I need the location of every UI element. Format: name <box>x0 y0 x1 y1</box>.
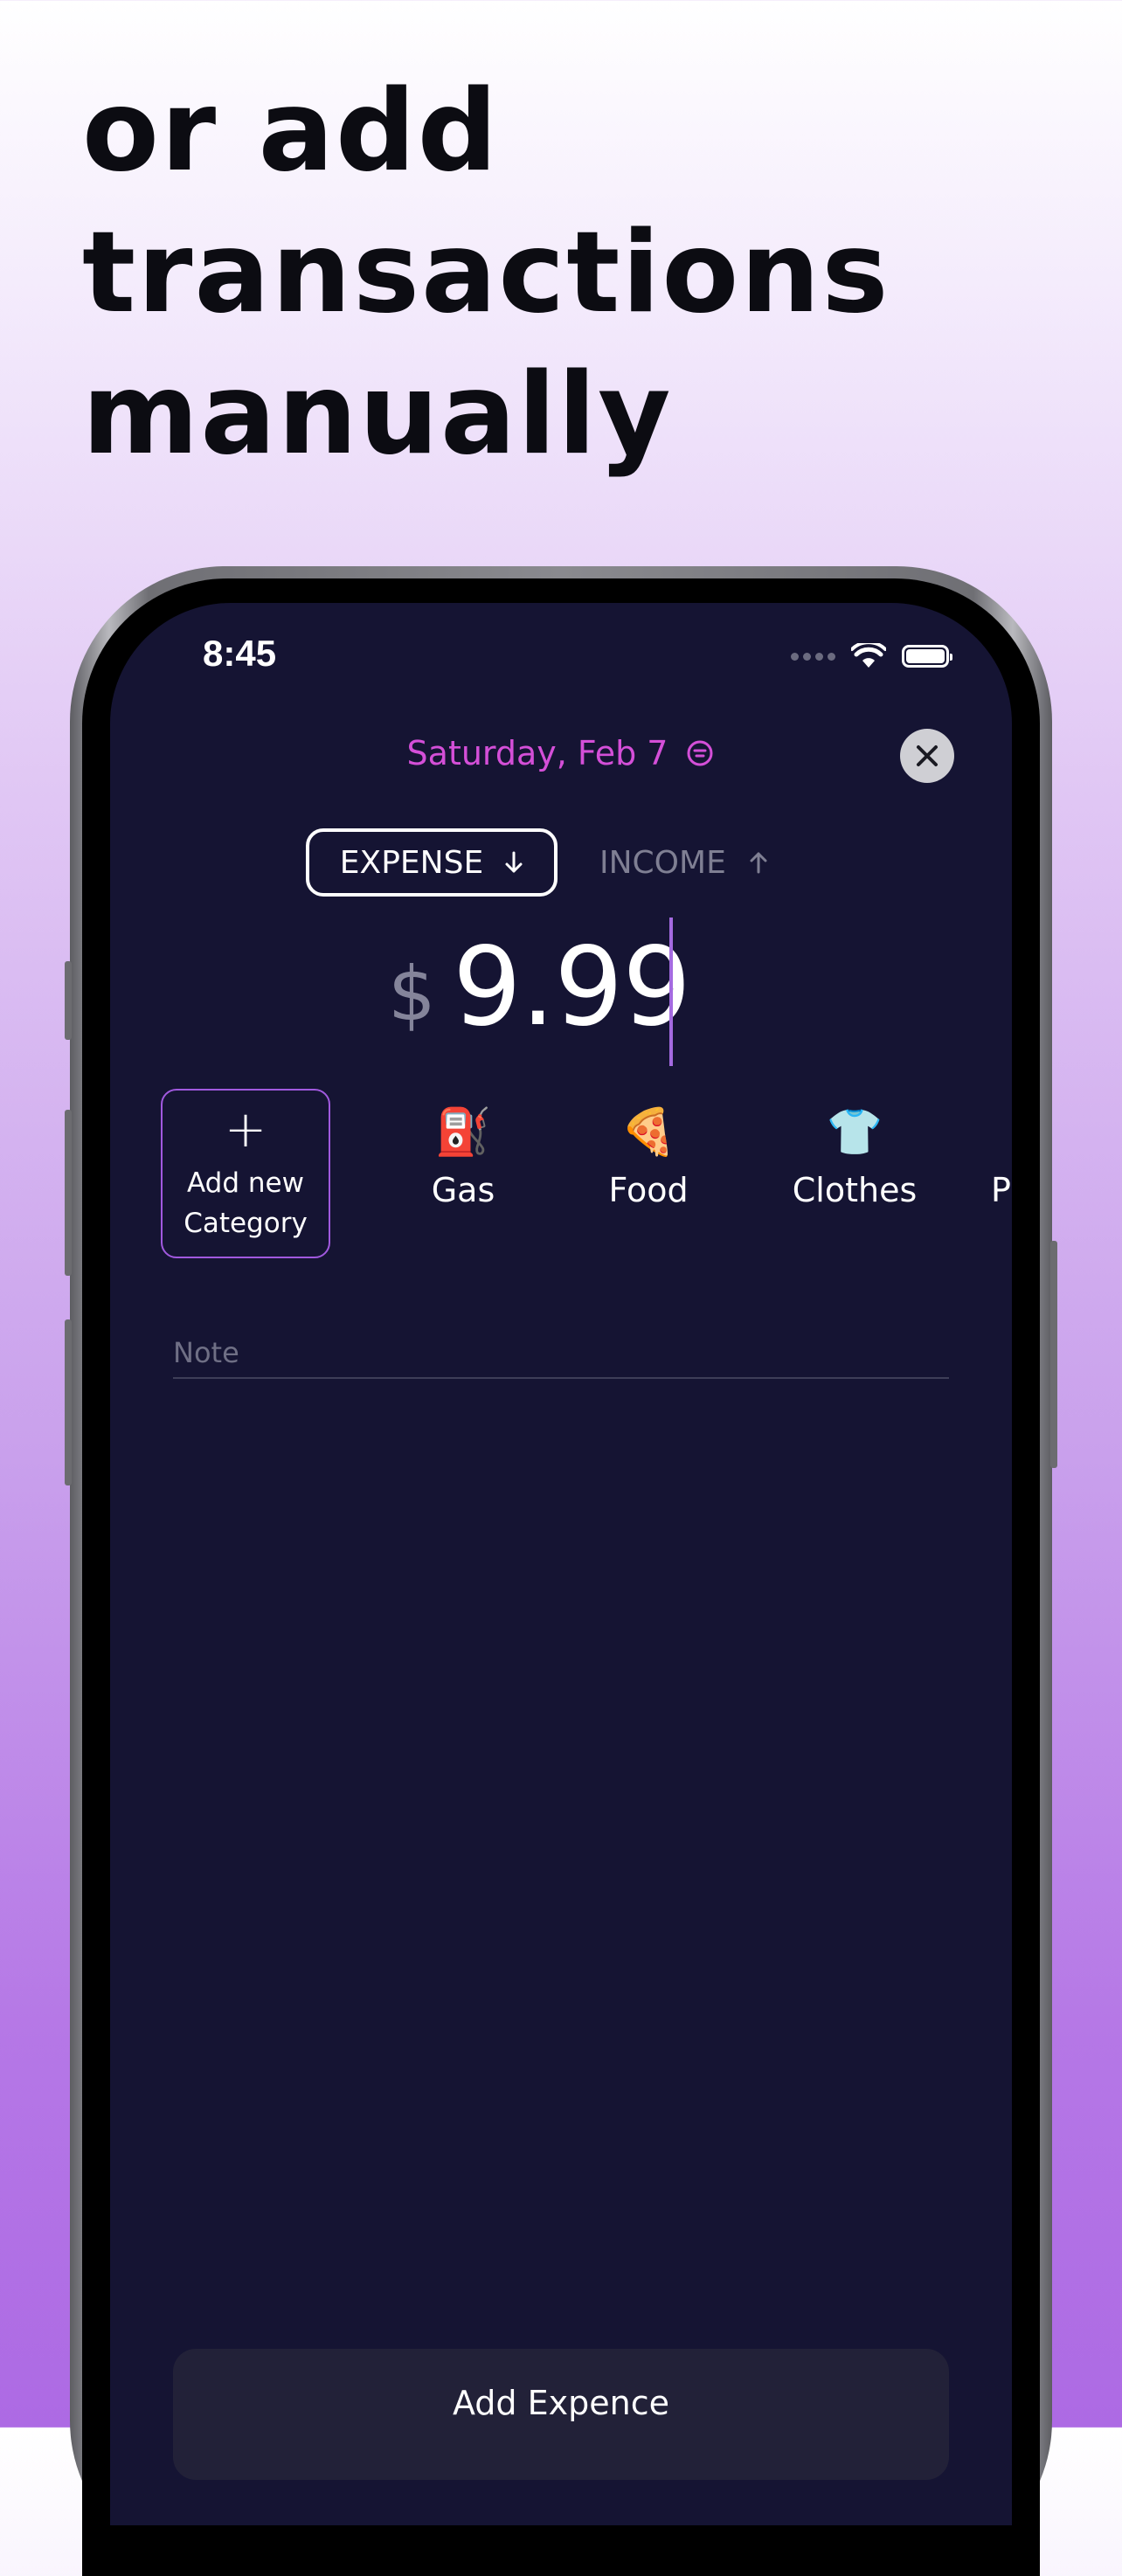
date-selector[interactable]: Saturday, Feb 7 <box>110 734 1012 772</box>
note-input[interactable] <box>173 1328 949 1379</box>
income-tab[interactable]: INCOME <box>599 828 800 897</box>
status-time: 8:45 <box>203 633 277 674</box>
headline-line-1: or add <box>82 66 500 197</box>
cellular-signal-icon <box>791 652 835 661</box>
date-label: Saturday, Feb 7 <box>406 734 668 772</box>
amount-input[interactable]: $ 9.99 <box>110 916 1012 1073</box>
category-item-food[interactable]: 🍕 Food <box>608 1104 688 1209</box>
text-cursor <box>669 918 673 1066</box>
mute-switch <box>65 961 72 1040</box>
status-icons <box>791 643 952 669</box>
income-tab-label: INCOME <box>599 844 726 881</box>
pizza-icon: 🍕 <box>620 1106 677 1159</box>
volume-down-button <box>65 1319 72 1485</box>
add-category-label: Add new Category <box>184 1167 308 1239</box>
battery-icon <box>902 645 952 668</box>
headline-line-3: manually <box>82 350 673 480</box>
category-list: + Add new Category ⛽ Gas 🍕 Food 👕 Clothe… <box>110 1089 1012 1260</box>
fuel-pump-icon: ⛽ <box>434 1106 492 1159</box>
add-expense-button[interactable]: Add Expence <box>173 2349 949 2480</box>
plus-icon: + <box>224 1099 267 1159</box>
close-icon <box>917 745 938 766</box>
category-label: Clothes <box>792 1171 918 1209</box>
amount-value[interactable]: 9.99 <box>453 924 691 1050</box>
headline: or add transactions manually <box>82 61 890 486</box>
shirt-icon: 👕 <box>826 1106 883 1159</box>
expense-tab-label: EXPENSE <box>339 844 484 881</box>
volume-up-button <box>65 1110 72 1276</box>
app-screen: 8:45 Saturday, Feb 7 EXPENSE INCOME $ 9.… <box>110 603 1012 2525</box>
category-item-partial[interactable]: P <box>991 1104 1011 1209</box>
category-item-gas[interactable]: ⛽ Gas <box>432 1104 495 1209</box>
expense-tab[interactable]: EXPENSE <box>306 828 558 897</box>
add-category-button[interactable]: + Add new Category <box>161 1089 330 1258</box>
add-expense-label: Add Expence <box>452 2384 669 2422</box>
category-label: Gas <box>431 1171 495 1209</box>
calendar-icon <box>687 740 713 766</box>
category-item-clothes[interactable]: 👕 Clothes <box>793 1104 918 1209</box>
category-label: Food <box>608 1171 689 1209</box>
arrow-down-icon <box>505 851 523 873</box>
transaction-type-toggle: EXPENSE INCOME <box>110 828 1012 898</box>
category-label: P <box>991 1171 1011 1209</box>
arrow-up-icon <box>750 852 767 874</box>
power-button <box>1050 1241 1057 1468</box>
close-button[interactable] <box>900 729 954 783</box>
wifi-icon <box>851 643 886 668</box>
headline-line-2: transactions <box>82 208 890 338</box>
currency-symbol: $ <box>388 951 436 1038</box>
